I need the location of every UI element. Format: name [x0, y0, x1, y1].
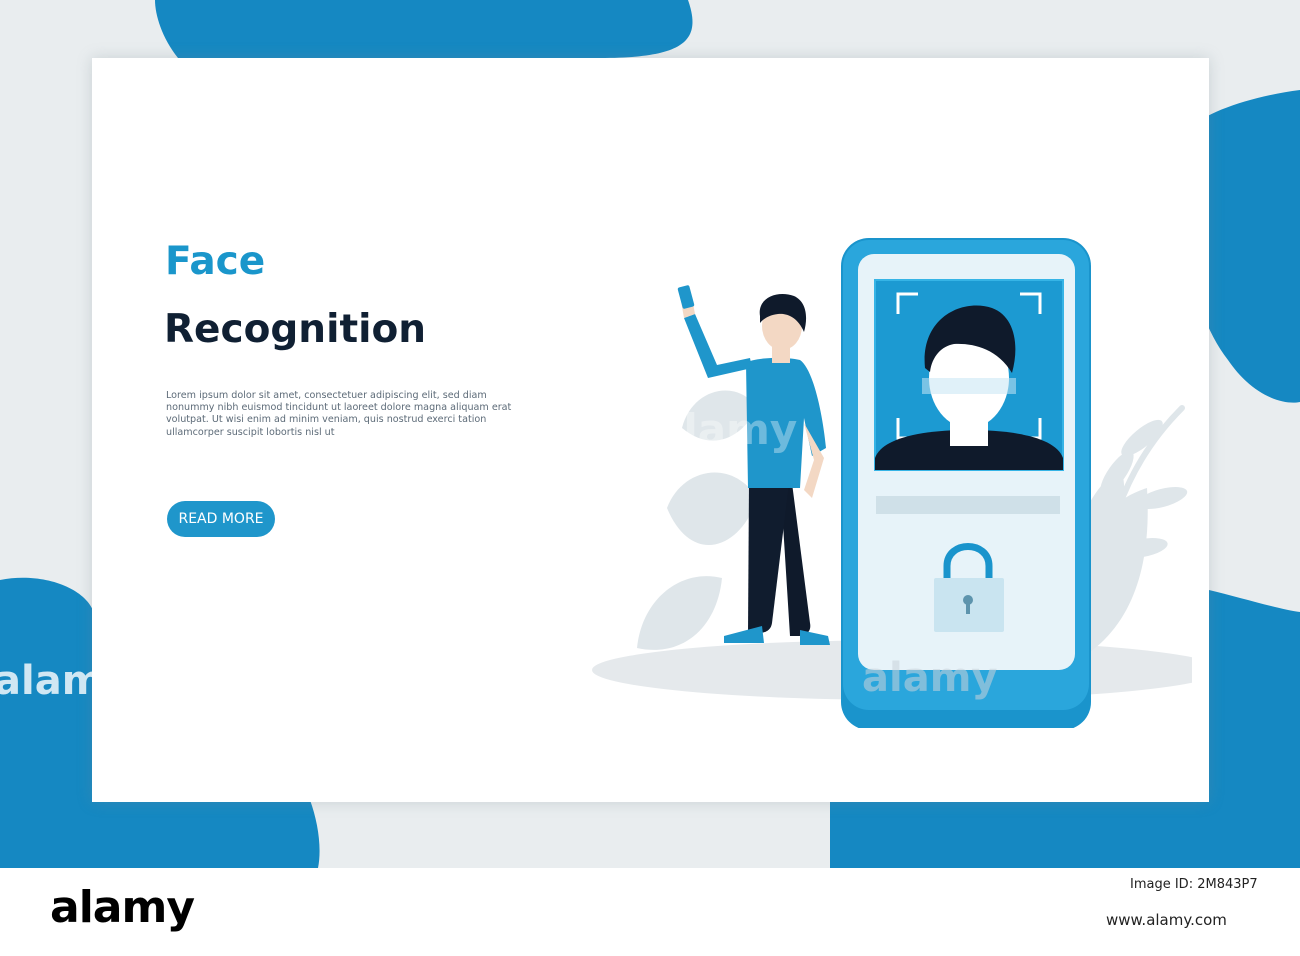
watermark-text: alamy: [0, 658, 130, 704]
hero-title-face: Face: [165, 239, 266, 284]
hero-description: Lorem ipsum dolor sit amet, consectetuer…: [166, 390, 512, 438]
watermark-text: alamy: [862, 655, 998, 701]
footer-bar: alamy Image ID: 2M843P7 www.alamy.com: [0, 868, 1300, 956]
footer-logo: alamy: [50, 882, 195, 933]
watermark-text: alamy: [655, 405, 798, 454]
read-more-button[interactable]: READ MORE: [167, 501, 275, 537]
hero-title-recognition: Recognition: [164, 307, 427, 352]
face-recognition-illustration: [592, 238, 1192, 728]
landing-card: Face Recognition Lorem ipsum dolor sit a…: [92, 58, 1209, 802]
image-id-label: Image ID: 2M843P7: [1130, 877, 1258, 892]
site-url-link[interactable]: www.alamy.com: [1106, 910, 1227, 930]
